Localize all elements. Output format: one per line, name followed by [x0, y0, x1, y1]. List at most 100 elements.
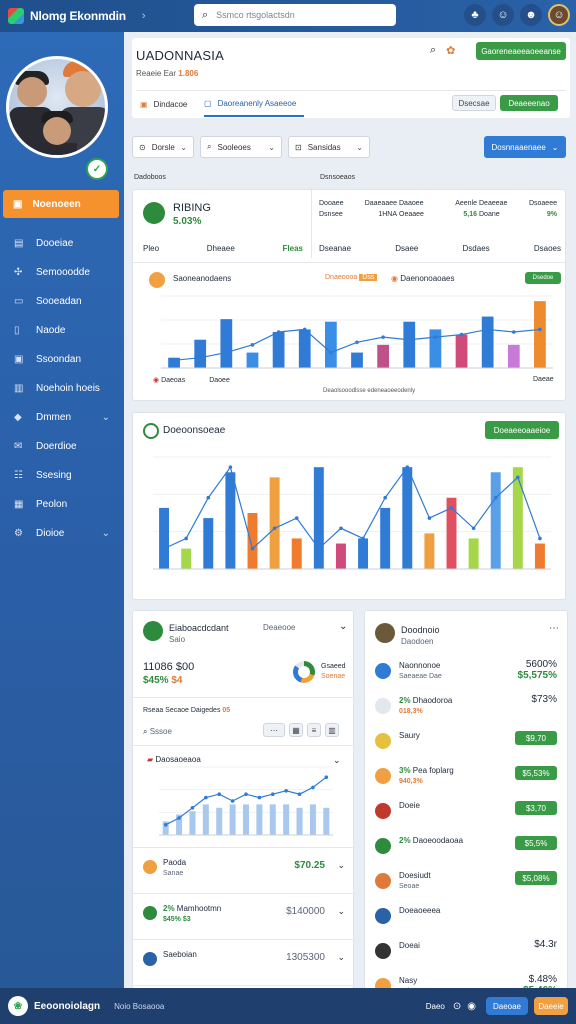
sidebar-item-label: Noehoin hoeis: [36, 382, 100, 394]
row-icon: [143, 952, 157, 966]
tab-overview[interactable]: ▣ Dindacoe: [140, 91, 200, 117]
store-icon: ▭: [14, 295, 24, 307]
primary-action-button[interactable]: Gaoreneaeeaoeeanse: [476, 42, 566, 60]
bar-chart-1: [161, 295, 553, 369]
row-icon: [375, 908, 391, 924]
list-item[interactable]: Doeai $4.3r: [365, 935, 569, 969]
apply-button[interactable]: Dosnnaaenaee ⌄: [484, 136, 566, 158]
briefcase-icon: ▥: [14, 382, 24, 394]
footer-blue-button[interactable]: Daeoae: [486, 997, 528, 1015]
list-item[interactable]: 2% Dhaodoroa 018,3% $73%: [365, 690, 569, 724]
list-item[interactable]: 2% Mamhootmn $45% $3 $140000 ⌄: [133, 893, 355, 937]
bar: [380, 507, 391, 569]
filter-dropdown-3[interactable]: ⊡ Sansidas ⌄: [288, 136, 370, 158]
bar: [272, 332, 285, 368]
chevron-down-icon: ⌄: [180, 142, 187, 152]
line-point: [361, 536, 365, 541]
bar-line-chart: [159, 766, 333, 836]
list-item[interactable]: Doesiudt Seoae $5,08%: [365, 865, 569, 899]
sidebar-item-label: Dmmen: [36, 411, 72, 423]
secondary-button[interactable]: Dsecsae: [452, 95, 496, 111]
chart-action-button[interactable]: Doeaeeoaaeioe: [485, 421, 559, 439]
donut-chart: [293, 661, 315, 683]
chart-action-button[interactable]: Dsedoe: [525, 272, 561, 284]
bar: [335, 543, 346, 569]
sidebar-item[interactable]: ▥ Noehoin hoeis: [0, 376, 124, 400]
sidebar-item[interactable]: ▤ Dooeiae: [0, 231, 124, 255]
chart-icon[interactable]: ▥: [325, 723, 339, 737]
account-icon[interactable]: ☻: [520, 4, 542, 26]
line-point: [276, 330, 281, 334]
line-point: [516, 475, 520, 480]
line-point: [485, 327, 490, 332]
list-item[interactable]: Saeboian 1305300 ⌄: [133, 939, 355, 983]
list-item[interactable]: Doeaoeeea: [365, 900, 569, 934]
sidebar-item[interactable]: ▦ Peolon: [0, 492, 124, 516]
sidebar-item[interactable]: ▣ Ssoondan: [0, 347, 124, 371]
sidebar-item[interactable]: ✣ Semooodde: [0, 260, 124, 284]
app-logo: [8, 8, 24, 24]
help-icon[interactable]: ⊙: [453, 1001, 461, 1012]
line-point: [284, 789, 288, 793]
bar: [468, 538, 479, 569]
export-button[interactable]: Deaeeenao: [500, 95, 558, 111]
kpi-footer: Pleo Dheaee Fleas: [143, 244, 303, 253]
chevron-down-icon: ⌄: [268, 142, 275, 152]
list-item[interactable]: 2% Daoeoodaoaa $5,5%: [365, 830, 569, 864]
user-icon[interactable]: ☺: [492, 4, 514, 26]
line-point: [162, 546, 166, 551]
list-item[interactable]: Paoda Sanae $70.25 ⌄: [133, 847, 355, 891]
list-icon[interactable]: ≡: [307, 723, 321, 737]
sidebar-item-active[interactable]: ▣ Noenoeen: [3, 190, 119, 218]
search-icon[interactable]: ⌕: [430, 44, 436, 57]
line-point: [217, 792, 222, 796]
footer-orange-button[interactable]: Daeeie: [534, 997, 568, 1015]
sidebar-item[interactable]: ⚙ Dioioe ⌄: [0, 521, 124, 545]
bar: [358, 538, 369, 569]
view-button[interactable]: ⋯: [263, 723, 285, 737]
kpi-value: 5.03%: [173, 216, 202, 227]
chevron-down-icon[interactable]: ⌄: [339, 621, 347, 632]
chevron-right-icon[interactable]: ›: [142, 10, 146, 22]
table-search[interactable]: ⌕ Sssoe: [143, 727, 172, 737]
language-icon[interactable]: ◉: [467, 1001, 476, 1012]
search-icon: ⌕: [202, 8, 209, 21]
notification-icon[interactable]: ♣: [464, 4, 486, 26]
bar-chart-2: [153, 456, 551, 570]
list-item[interactable]: 3% Pea foplarg 940,3% $5,53%: [365, 760, 569, 794]
row-icon: [375, 838, 391, 854]
app-title: Nlomg Ekonmdin: [30, 9, 126, 23]
sidebar-item[interactable]: ▭ Sooeadan: [0, 289, 124, 313]
chart-legend: ◉ Daeoas Daoee: [153, 377, 230, 384]
sidebar-item[interactable]: ✉ Doerdioe: [0, 434, 124, 458]
line-point: [471, 526, 476, 531]
filter-dropdown-2[interactable]: ⌕ Sooleoes ⌄: [200, 136, 282, 158]
more-icon[interactable]: ⋯: [549, 623, 559, 634]
tab-analysis[interactable]: ▢ Daoreanenly Asaeeoe: [204, 91, 304, 117]
sidebar-item-label: Dioioe: [36, 527, 65, 539]
avatar[interactable]: ☺: [548, 4, 570, 26]
sidebar-item-label: Ssoondan: [36, 353, 82, 365]
bar: [283, 804, 290, 835]
chart-tag: Dnaeoooa Dss: [325, 274, 378, 281]
page-subtitle: Reaeie Ear 1.806: [136, 69, 199, 78]
bar: [247, 513, 258, 569]
line-point: [311, 785, 315, 790]
list-item[interactable]: Doeie $3,70: [365, 795, 569, 829]
line-point: [407, 337, 412, 342]
list-item[interactable]: Naonnonoe Saeaeae Dae 5600% $5,575%: [365, 655, 569, 689]
list-item[interactable]: Saury $9,70: [365, 725, 569, 759]
line-point: [163, 823, 168, 827]
filter-dropdown-1[interactable]: ⊙ Dorsle ⌄: [132, 136, 194, 158]
chevron-down-icon[interactable]: ⌄: [102, 412, 110, 423]
sidebar-item[interactable]: ☷ Ssesing: [0, 463, 124, 487]
search-input[interactable]: ⌕ Ssmco rtsgolactsdn: [194, 4, 396, 26]
bar: [194, 339, 207, 368]
grid-icon[interactable]: ▦: [289, 723, 303, 737]
sidebar-item[interactable]: ◆ Dmmen ⌄: [0, 405, 124, 429]
chevron-down-icon[interactable]: ⌄: [102, 528, 110, 539]
row-icon: [375, 768, 391, 784]
line-point: [381, 335, 385, 339]
row-icon: [375, 663, 391, 679]
sidebar-item[interactable]: ▯ Naode: [0, 318, 124, 342]
